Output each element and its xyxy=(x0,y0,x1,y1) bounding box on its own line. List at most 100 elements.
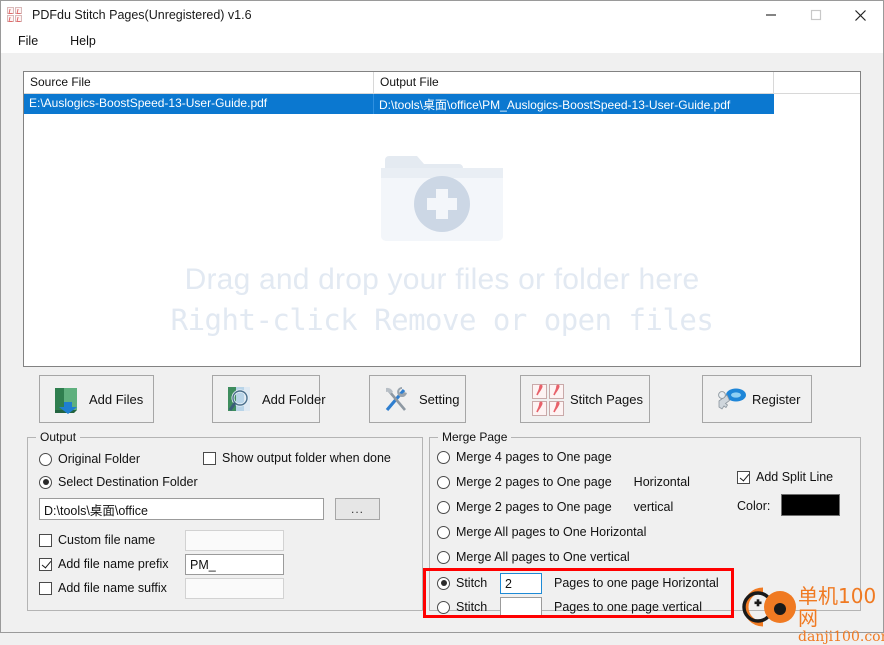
checkbox-add-split-line-label: Add Split Line xyxy=(756,470,834,484)
radio-stitch-vertical-indicator xyxy=(437,600,450,614)
checkbox-add-split-line[interactable]: Add Split Line xyxy=(737,470,833,484)
setting-button[interactable]: Setting xyxy=(369,375,466,423)
stitch-pages-icon xyxy=(531,383,564,416)
checkbox-custom-file-name-label: Custom file name xyxy=(58,533,156,547)
checkbox-add-suffix[interactable]: Add file name suffix xyxy=(39,581,167,595)
checkbox-custom-file-name-indicator xyxy=(39,533,52,547)
radio-select-destination-indicator xyxy=(39,475,52,489)
file-list[interactable]: Source File Output File E:\Auslogics-Boo… xyxy=(23,71,861,367)
radio-original-folder[interactable]: Original Folder xyxy=(39,452,140,466)
radio-merge-2-vertical[interactable]: Merge 2 pages to One page vertical xyxy=(437,500,673,514)
radio-merge-all-horizontal[interactable]: Merge All pages to One Horizontal xyxy=(437,525,646,539)
browse-destination-button[interactable]: ... xyxy=(335,498,380,520)
checkbox-add-split-line-indicator xyxy=(737,470,750,484)
checkbox-add-suffix-indicator xyxy=(39,581,52,595)
watermark-chinese-text: 单机100网 xyxy=(798,584,877,630)
minimize-button[interactable] xyxy=(748,1,793,29)
add-folder-icon xyxy=(223,383,255,415)
merge-page-group-legend: Merge Page xyxy=(438,430,512,444)
column-header-output[interactable]: Output File xyxy=(374,72,774,93)
app-window: PDFdu Stitch Pages(Unregistered) v1.6 Fi… xyxy=(0,0,884,645)
prefix-input[interactable] xyxy=(185,554,284,575)
radio-original-folder-label: Original Folder xyxy=(58,452,140,466)
output-group-legend: Output xyxy=(36,430,81,444)
column-header-source[interactable]: Source File xyxy=(24,72,374,93)
menu-item-help[interactable]: Help xyxy=(67,32,99,50)
title-bar: PDFdu Stitch Pages(Unregistered) v1.6 xyxy=(1,1,883,29)
suffix-input[interactable] xyxy=(185,578,284,599)
watermark-url-text: danji100.com xyxy=(798,629,884,645)
custom-file-name-input[interactable] xyxy=(185,530,284,551)
radio-merge-2-vertical-label: Merge 2 pages to One page xyxy=(456,500,612,514)
radio-stitch-vertical-label: Stitch xyxy=(456,600,488,614)
file-list-header: Source File Output File xyxy=(24,72,860,94)
watermark-logo-icon xyxy=(742,587,796,627)
radio-merge-all-horizontal-indicator xyxy=(437,525,450,539)
app-icon xyxy=(7,7,25,23)
close-button[interactable] xyxy=(838,1,883,29)
checkbox-add-suffix-label: Add file name suffix xyxy=(58,581,167,595)
key-icon xyxy=(713,383,746,415)
stitch-pages-label: Stitch Pages xyxy=(570,391,643,407)
column-header-spacer xyxy=(774,72,860,93)
window-title: PDFdu Stitch Pages(Unregistered) v1.6 xyxy=(32,8,252,22)
stitch-horizontal-suffix: Pages to one page Horizontal xyxy=(554,576,719,590)
radio-merge-2-horizontal-extra: Horizontal xyxy=(633,475,690,489)
radio-merge-2-horizontal-indicator xyxy=(437,475,450,489)
radio-merge-all-vertical-label: Merge All pages to One vertical xyxy=(456,550,630,564)
destination-path-input[interactable] xyxy=(39,498,324,520)
drop-zone-line-2: Right-click Remove or open files xyxy=(170,303,714,337)
watermark: 单机100网 danji100.com xyxy=(736,584,884,645)
radio-merge-4-pages-indicator xyxy=(437,450,450,464)
radio-merge-all-vertical[interactable]: Merge All pages to One vertical xyxy=(437,550,630,564)
split-line-color-swatch[interactable] xyxy=(781,494,840,516)
checkbox-show-output-folder-indicator xyxy=(203,451,216,465)
radio-merge-all-horizontal-label: Merge All pages to One Horizontal xyxy=(456,525,647,539)
radio-select-destination[interactable]: Select Destination Folder xyxy=(39,475,198,489)
stitch-vertical-count-input[interactable] xyxy=(500,597,542,618)
radio-stitch-horizontal-label: Stitch xyxy=(456,576,488,590)
checkbox-add-prefix[interactable]: Add file name prefix xyxy=(39,557,168,571)
stitch-horizontal-count-input[interactable] xyxy=(500,573,542,594)
stitch-vertical-suffix: Pages to one page vertical xyxy=(554,600,703,614)
window-controls xyxy=(748,1,883,29)
register-button[interactable]: Register xyxy=(702,375,812,423)
radio-merge-4-pages[interactable]: Merge 4 pages to One page xyxy=(437,450,612,464)
radio-original-folder-indicator xyxy=(39,452,52,466)
add-folder-label: Add Folder xyxy=(262,391,326,407)
radio-merge-all-vertical-indicator xyxy=(437,550,450,564)
add-files-icon xyxy=(50,383,82,415)
add-folder-button[interactable]: Add Folder xyxy=(212,375,326,423)
add-files-label: Add Files xyxy=(89,391,144,407)
radio-merge-2-horizontal[interactable]: Merge 2 pages to One page Horizontal xyxy=(437,475,690,489)
radio-merge-2-horizontal-label: Merge 2 pages to One page xyxy=(456,475,612,489)
radio-stitch-horizontal[interactable]: Stitch xyxy=(437,576,487,590)
color-label: Color: xyxy=(737,499,771,513)
checkbox-add-prefix-indicator xyxy=(39,557,52,571)
menu-bar: File Help xyxy=(1,29,883,53)
checkbox-add-prefix-label: Add file name prefix xyxy=(58,557,169,571)
toolbar: Add Files Add Folder Setting Stitch Page… xyxy=(1,375,883,423)
maximize-button[interactable] xyxy=(793,1,838,29)
radio-merge-4-pages-label: Merge 4 pages to One page xyxy=(456,450,612,464)
cell-source-file: E:\Auslogics-BoostSpeed-13-User-Guide.pd… xyxy=(24,94,374,114)
radio-select-destination-label: Select Destination Folder xyxy=(58,475,198,489)
drop-zone: Drag and drop your files or folder here … xyxy=(24,114,860,366)
table-row[interactable]: E:\Auslogics-BoostSpeed-13-User-Guide.pd… xyxy=(24,94,860,114)
setting-label: Setting xyxy=(419,391,460,407)
stitch-pages-button[interactable]: Stitch Pages xyxy=(520,375,650,423)
checkbox-show-output-folder[interactable]: Show output folder when done xyxy=(203,451,391,465)
radio-stitch-horizontal-indicator xyxy=(437,576,450,590)
register-label: Register xyxy=(752,391,801,407)
add-files-button[interactable]: Add Files xyxy=(39,375,154,423)
radio-stitch-vertical[interactable]: Stitch xyxy=(437,600,487,614)
folder-add-icon xyxy=(379,142,505,247)
cell-output-file: D:\tools\桌面\office\PM_Auslogics-BoostSpe… xyxy=(374,94,774,114)
radio-merge-2-vertical-indicator xyxy=(437,500,450,514)
drop-zone-line-1: Drag and drop your files or folder here xyxy=(184,263,700,296)
output-group: Output Original Folder Show output folde… xyxy=(27,430,423,611)
menu-item-file[interactable]: File xyxy=(15,32,41,50)
checkbox-show-output-folder-label: Show output folder when done xyxy=(222,451,391,465)
checkbox-custom-file-name[interactable]: Custom file name xyxy=(39,533,155,547)
settings-tools-icon xyxy=(380,383,412,415)
